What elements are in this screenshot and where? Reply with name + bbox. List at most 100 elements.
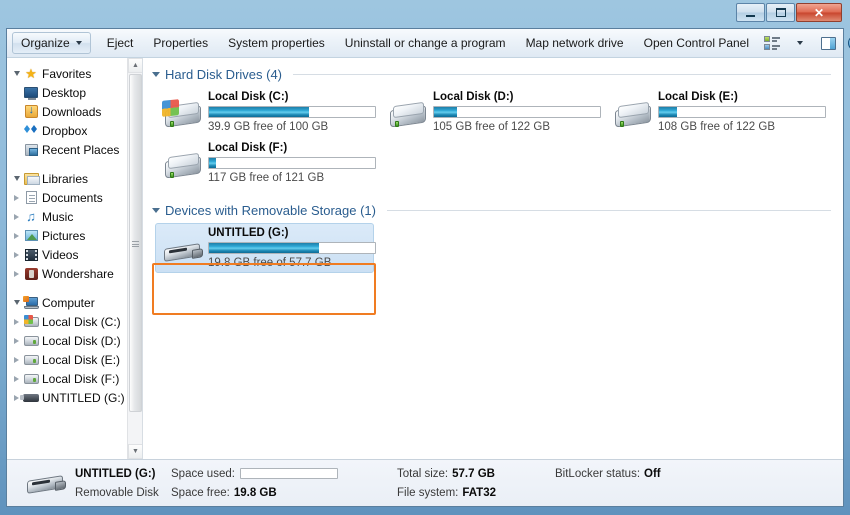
sidebar-item-dropbox[interactable]: Dropbox bbox=[7, 121, 128, 140]
sidebar-item-videos[interactable]: Videos bbox=[7, 245, 128, 264]
details-bitlocker-column: BitLocker status: Off bbox=[555, 467, 661, 500]
twisty-open-icon[interactable] bbox=[11, 300, 22, 305]
sidebar-item-desktop[interactable]: Desktop bbox=[7, 83, 128, 102]
toolbar-item-open-control-panel[interactable]: Open Control Panel bbox=[634, 32, 759, 54]
twisty-closed-icon[interactable] bbox=[11, 337, 22, 344]
twisty-closed-icon[interactable] bbox=[11, 270, 22, 277]
twisty-open-icon[interactable] bbox=[11, 176, 22, 181]
navigation-scrollbar[interactable]: ▲ ▼ bbox=[127, 58, 142, 459]
close-button[interactable]: ✕ bbox=[796, 3, 842, 22]
maximize-icon bbox=[775, 8, 786, 17]
computer-icon bbox=[22, 296, 40, 309]
sidebar-item-local-disk-c[interactable]: Local Disk (C:) bbox=[7, 312, 128, 331]
sidebar-item-music[interactable]: ♫ Music bbox=[7, 207, 128, 226]
sidebar-item-wondershare[interactable]: Wondershare bbox=[7, 264, 128, 283]
group-header-removable-storage[interactable]: Devices with Removable Storage (1) bbox=[143, 189, 843, 222]
space-free-label: Space free: bbox=[171, 486, 230, 499]
sidebar-item-recent-places[interactable]: Recent Places bbox=[7, 140, 128, 159]
drive-item-local-disk-f[interactable]: Local Disk (F:) 117 GB free of 121 GB bbox=[155, 138, 376, 188]
drive-list-hard-disks: Local Disk (C:) 39.9 GB free of 100 GB L… bbox=[143, 86, 843, 189]
drive-name: Local Disk (C:) bbox=[208, 91, 289, 103]
twisty-open-icon[interactable] bbox=[11, 71, 22, 76]
collapse-icon[interactable] bbox=[152, 208, 160, 213]
capacity-bar bbox=[433, 106, 601, 118]
group-title: Devices with Removable Storage (1) bbox=[165, 203, 376, 218]
capacity-fill bbox=[209, 107, 309, 117]
sidebar-item-favorites[interactable]: ★ Favorites bbox=[7, 64, 128, 83]
space-used-label: Space used: bbox=[171, 467, 235, 480]
title-bar: ✕ bbox=[0, 0, 850, 28]
drive-item-local-disk-d[interactable]: Local Disk (D:) 105 GB free of 122 GB bbox=[380, 87, 601, 137]
drive-item-untitled-g[interactable]: UNTITLED (G:) 19.8 GB free of 57.7 GB bbox=[155, 223, 376, 273]
libraries-icon bbox=[22, 172, 40, 185]
system-disk-icon bbox=[22, 314, 40, 327]
chevron-down-icon bbox=[75, 41, 82, 45]
disk-icon bbox=[22, 354, 40, 365]
details-size-column: Total size: 57.7 GB File system: FAT32 bbox=[397, 467, 555, 500]
sidebar-label: Local Disk (D:) bbox=[42, 333, 121, 348]
nav-group-libraries: Libraries Documents ♫ Music Pictures Vid… bbox=[7, 169, 128, 283]
preview-pane-icon[interactable] bbox=[815, 32, 841, 54]
toolbar-item-map-network-drive[interactable]: Map network drive bbox=[516, 32, 634, 54]
twisty-closed-icon[interactable] bbox=[11, 356, 22, 363]
sidebar-item-local-disk-e[interactable]: Local Disk (E:) bbox=[7, 350, 128, 369]
sidebar-item-computer[interactable]: Computer bbox=[7, 293, 128, 312]
details-columns: UNTITLED (G:) Removable Disk Space used:… bbox=[75, 467, 661, 500]
usb-drive-icon bbox=[20, 393, 40, 402]
toolbar-item-properties[interactable]: Properties bbox=[143, 32, 218, 54]
usb-drive-icon bbox=[160, 226, 206, 270]
maximize-button[interactable] bbox=[766, 3, 795, 22]
disk-icon bbox=[385, 90, 431, 134]
group-divider bbox=[386, 210, 831, 211]
sidebar-label: Desktop bbox=[42, 85, 87, 100]
minimize-button[interactable] bbox=[736, 3, 765, 22]
space-used-bar bbox=[239, 468, 338, 479]
group-header-hard-disk-drives[interactable]: Hard Disk Drives (4) bbox=[143, 58, 843, 86]
drive-name: UNTITLED (G:) bbox=[208, 227, 289, 239]
bitlocker-label: BitLocker status: bbox=[555, 467, 641, 480]
sidebar-item-untitled-g[interactable]: UNTITLED (G:) bbox=[7, 388, 128, 407]
toolbar-item-system-properties[interactable]: System properties bbox=[218, 32, 335, 54]
twisty-closed-icon[interactable] bbox=[11, 251, 22, 258]
explorer-window: ✕ ◀ ▶ ▼ ▸ Computer ▸ ▼ ↻ Search Computer bbox=[0, 0, 850, 515]
scroll-up-icon[interactable]: ▲ bbox=[128, 58, 142, 73]
music-icon: ♫ bbox=[26, 209, 36, 224]
sidebar-item-local-disk-d[interactable]: Local Disk (D:) bbox=[7, 331, 128, 350]
drive-name: Local Disk (E:) bbox=[658, 91, 738, 103]
scroll-down-icon[interactable]: ▼ bbox=[128, 444, 142, 459]
scrollbar-thumb[interactable] bbox=[129, 74, 142, 412]
toolbar-right-group: ? bbox=[759, 32, 850, 54]
view-dropdown-icon[interactable] bbox=[787, 32, 813, 54]
twisty-closed-icon[interactable] bbox=[11, 194, 22, 201]
sidebar-item-downloads[interactable]: Downloads bbox=[7, 102, 128, 121]
collapse-icon[interactable] bbox=[152, 72, 160, 77]
sidebar-item-documents[interactable]: Documents bbox=[7, 188, 128, 207]
drive-item-local-disk-e[interactable]: Local Disk (E:) 108 GB free of 122 GB bbox=[605, 87, 826, 137]
toolbar-item-eject[interactable]: Eject bbox=[97, 32, 144, 54]
capacity-bar bbox=[208, 242, 376, 254]
total-size-value: 57.7 GB bbox=[452, 467, 495, 480]
drive-free-space: 39.9 GB free of 100 GB bbox=[208, 121, 329, 133]
sidebar-item-local-disk-f[interactable]: Local Disk (F:) bbox=[7, 369, 128, 388]
help-icon[interactable]: ? bbox=[843, 32, 850, 54]
twisty-closed-icon[interactable] bbox=[11, 318, 22, 325]
usb-drive-icon bbox=[17, 468, 75, 498]
client-area: Organize Eject Properties System propert… bbox=[6, 28, 850, 507]
sidebar-item-libraries[interactable]: Libraries bbox=[7, 169, 128, 188]
bitlocker-value: Off bbox=[644, 467, 661, 480]
twisty-closed-icon[interactable] bbox=[11, 375, 22, 382]
toolbar-item-uninstall[interactable]: Uninstall or change a program bbox=[335, 32, 516, 54]
twisty-closed-icon[interactable] bbox=[11, 213, 22, 220]
sidebar-item-pictures[interactable]: Pictures bbox=[7, 226, 128, 245]
disk-icon bbox=[610, 90, 656, 134]
drive-item-local-disk-c[interactable]: Local Disk (C:) 39.9 GB free of 100 GB bbox=[155, 87, 376, 137]
twisty-closed-icon[interactable] bbox=[11, 232, 22, 239]
file-system-value: FAT32 bbox=[462, 486, 497, 499]
sidebar-label: Documents bbox=[42, 190, 103, 205]
group-title: Hard Disk Drives (4) bbox=[165, 67, 283, 82]
system-disk-icon bbox=[160, 90, 206, 134]
view-options-icon[interactable] bbox=[759, 32, 785, 54]
organize-button[interactable]: Organize bbox=[12, 32, 91, 54]
details-identity-column: UNTITLED (G:) Removable Disk bbox=[75, 467, 171, 500]
sidebar-label: UNTITLED (G:) bbox=[42, 390, 125, 405]
